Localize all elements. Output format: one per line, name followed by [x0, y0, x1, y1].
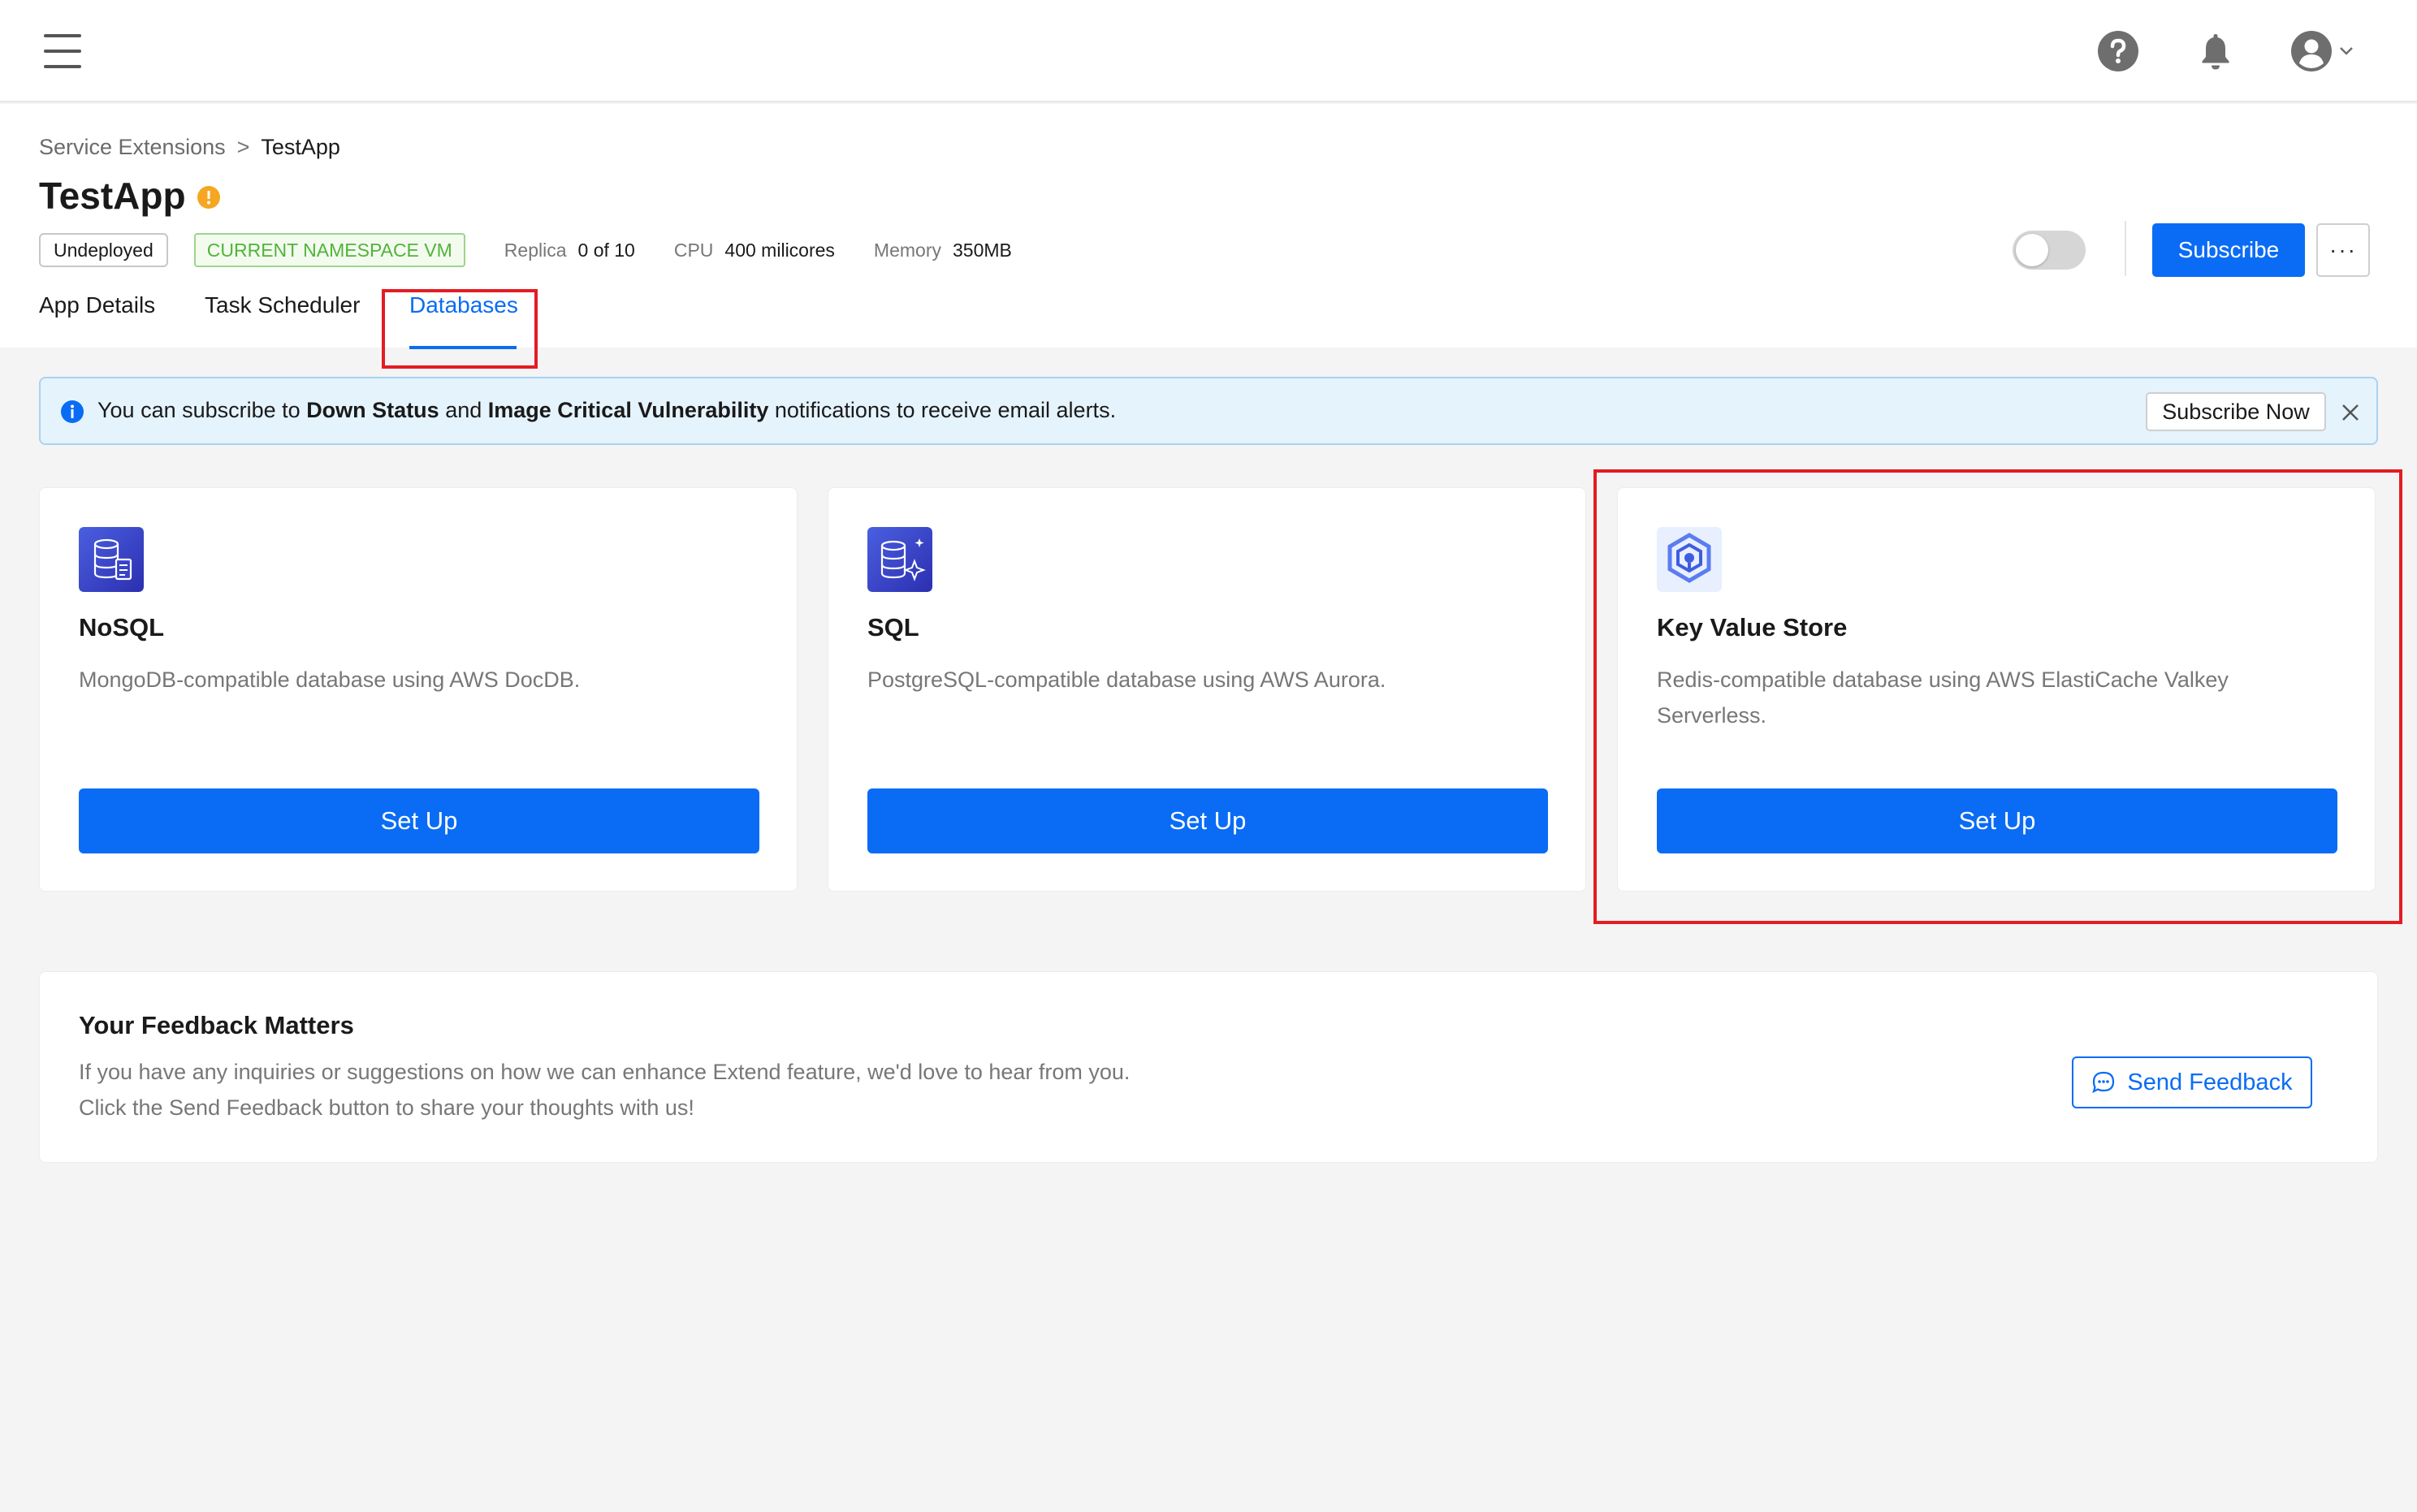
chat-bubble-icon [2092, 1071, 2115, 1094]
cpu-label: CPU [673, 239, 714, 261]
user-menu[interactable] [2290, 30, 2355, 72]
toggle-knob [2016, 234, 2048, 266]
warning-icon[interactable] [197, 185, 221, 210]
breadcrumb-current: TestApp [261, 135, 340, 159]
database-card-sql: SQL PostgreSQL-compatible database using… [828, 487, 1586, 892]
highlight-box-databases-tab [382, 289, 538, 369]
cpu-value: 400 milicores [724, 239, 835, 261]
tab-app-details[interactable]: App Details [39, 292, 155, 318]
status-badge: Undeployed [39, 233, 168, 267]
tab-task-scheduler[interactable]: Task Scheduler [205, 292, 360, 318]
close-icon[interactable] [2341, 403, 2360, 422]
send-feedback-label: Send Feedback [2127, 1069, 2293, 1095]
app-meta-row: Undeployed CURRENT NAMESPACE VM Replica 0… [39, 232, 1012, 268]
feedback-text-line-1: If you have any inquiries or suggestions… [79, 1060, 1131, 1084]
send-feedback-button[interactable]: Send Feedback [2072, 1056, 2312, 1108]
alert-text-3: notifications to receive email alerts. [768, 398, 1117, 422]
app-header: Service Extensions > TestApp TestApp Undep… [0, 104, 2417, 348]
hamburger-menu-icon[interactable] [44, 34, 81, 68]
setup-sql-button[interactable]: Set Up [867, 788, 1548, 853]
bell-icon[interactable] [2194, 30, 2237, 72]
alert-message: You can subscribe to Down Status and Ima… [97, 398, 1116, 423]
chevron-down-icon [2340, 47, 2353, 55]
memory-label: Memory [873, 239, 941, 261]
nosql-database-icon [79, 527, 144, 592]
breadcrumb: Service Extensions > TestApp [39, 135, 340, 160]
subscription-alert: You can subscribe to Down Status and Ima… [39, 377, 2378, 445]
memory-info: Memory 350MB [874, 240, 1012, 261]
memory-value: 350MB [952, 239, 1012, 261]
card-description: MongoDB-compatible database using AWS Do… [79, 667, 581, 692]
replica-info: Replica 0 of 10 [504, 240, 635, 261]
alert-text-1: You can subscribe to [97, 398, 307, 422]
card-title: NoSQL [79, 613, 165, 642]
card-description: PostgreSQL-compatible database using AWS… [867, 667, 1386, 692]
card-title: SQL [867, 613, 919, 642]
more-options-button[interactable]: ··· [2316, 223, 2370, 277]
info-icon [61, 400, 84, 423]
database-card-nosql: NoSQL MongoDB-compatible database using … [39, 487, 798, 892]
feedback-panel: Your Feedback Matters If you have any in… [39, 971, 2378, 1163]
question-circle-icon[interactable] [2097, 30, 2139, 72]
sql-database-icon [867, 527, 932, 592]
feedback-title: Your Feedback Matters [79, 1011, 354, 1039]
cpu-info: CPU 400 milicores [674, 240, 835, 261]
user-avatar-icon [2291, 31, 2332, 71]
breadcrumb-parent-link[interactable]: Service Extensions [39, 135, 226, 159]
feedback-text-line-2: Click the Send Feedback button to share … [79, 1095, 694, 1120]
namespace-badge: CURRENT NAMESPACE VM [193, 233, 465, 267]
top-navbar [0, 0, 2417, 102]
replica-value: 0 of 10 [577, 239, 635, 261]
app-toggle-switch[interactable] [2013, 231, 2086, 270]
header-divider [2125, 221, 2126, 276]
replica-label: Replica [504, 239, 567, 261]
page-title: TestApp [39, 175, 186, 217]
breadcrumb-separator: > [236, 135, 250, 159]
subscribe-now-button[interactable]: Subscribe Now [2146, 392, 2326, 431]
subscribe-button[interactable]: Subscribe [2152, 223, 2305, 277]
highlight-box-key-value-card [1593, 469, 2402, 924]
alert-bold-down-status: Down Status [306, 398, 439, 422]
alert-text-2: and [439, 398, 488, 422]
setup-nosql-button[interactable]: Set Up [79, 788, 759, 853]
alert-bold-image-vuln: Image Critical Vulnerability [487, 398, 769, 422]
